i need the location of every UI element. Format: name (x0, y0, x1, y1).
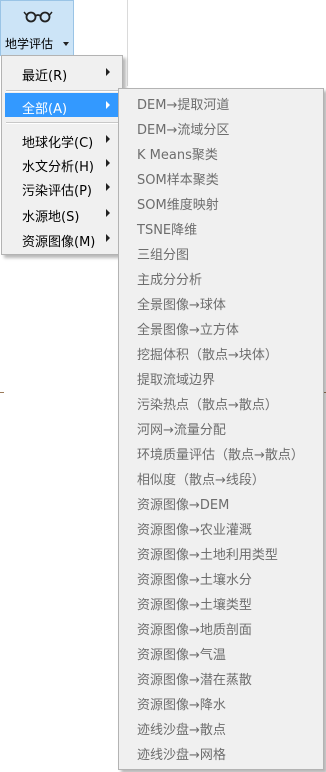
chevron-right-icon (106, 68, 110, 76)
submenu-item[interactable]: 资源图像→土壤水分 (137, 568, 252, 593)
menu-separator (6, 122, 118, 124)
menu-item-label: 污染评估(P) (22, 184, 92, 199)
submenu-item[interactable]: DEM→提取河道 (137, 93, 229, 118)
submenu-item[interactable]: SOM维度映射 (137, 193, 219, 218)
glasses-icon (23, 11, 53, 23)
submenu-item[interactable]: 资源图像→土地利用类型 (137, 543, 278, 568)
submenu-item[interactable]: 全景图像→立方体 (137, 318, 239, 343)
chevron-right-icon (106, 234, 110, 242)
submenu-item[interactable]: 迹线沙盘→散点 (137, 718, 226, 743)
ribbon-divider (127, 0, 128, 86)
submenu-item[interactable]: 迹线沙盘→网格 (137, 743, 226, 768)
chevron-right-icon (106, 183, 110, 191)
submenu-item[interactable]: 主成分分析 (137, 268, 202, 293)
submenu-item[interactable]: DEM→流域分区 (137, 118, 229, 143)
all-submenu: DEM→提取河道 DEM→流域分区 K Means聚类 SOM样本聚类 SOM维… (118, 88, 324, 770)
submenu-item[interactable]: 河网→流量分配 (137, 418, 226, 443)
submenu-item[interactable]: 资源图像→潜在蒸散 (137, 668, 252, 693)
submenu-item[interactable]: 资源图像→气温 (137, 643, 226, 668)
submenu-item[interactable]: 环境质量评估（散点→散点） (137, 443, 304, 468)
submenu-item[interactable]: K Means聚类 (137, 143, 218, 168)
chevron-down-icon (63, 42, 69, 46)
menu-item-label: 水文分析(H) (22, 160, 94, 175)
menu-item-resource-image[interactable]: 资源图像(M) (5, 226, 119, 250)
menu-item-label: 地球化学(C) (22, 136, 94, 151)
submenu-item[interactable]: 资源图像→农业灌溉 (137, 518, 252, 543)
main-dropdown-menu: 最近(R) 全部(A) 地球化学(C) 水文分析(H) 污染评估(P) 水源地(… (1, 55, 123, 255)
menu-item-hydrology[interactable]: 水文分析(H) (5, 151, 119, 175)
chevron-right-icon (106, 209, 110, 217)
submenu-item[interactable]: 资源图像→土壤类型 (137, 593, 252, 618)
submenu-item[interactable]: SOM样本聚类 (137, 168, 219, 193)
chevron-right-icon (106, 159, 110, 167)
menu-separator (6, 90, 118, 92)
menu-item-label: 资源图像(M) (22, 235, 96, 250)
menu-item-geochemistry[interactable]: 地球化学(C) (5, 127, 119, 151)
menu-item-label: 最近(R) (22, 69, 68, 84)
geo-assessment-label: 地学评估 (5, 37, 54, 51)
submenu-item[interactable]: 资源图像→DEM (137, 493, 229, 518)
submenu-item[interactable]: 全景图像→球体 (137, 293, 226, 318)
submenu-item[interactable]: 挖掘体积（散点→块体） (137, 343, 278, 368)
menu-item-all[interactable]: 全部(A) (5, 93, 119, 117)
submenu-item[interactable]: TSNE降维 (137, 218, 197, 243)
submenu-item[interactable]: 三组分图 (137, 243, 189, 268)
menu-item-label: 全部(A) (22, 102, 68, 117)
background-line (0, 392, 4, 393)
submenu-item[interactable]: 提取流域边界 (137, 368, 215, 393)
menu-item-recent[interactable]: 最近(R) (5, 60, 119, 84)
submenu-item[interactable]: 资源图像→地质剖面 (137, 618, 252, 643)
geo-assessment-button[interactable]: 地学评估 (0, 0, 74, 56)
submenu-item[interactable]: 相似度（散点→线段） (137, 468, 265, 493)
menu-item-label: 水源地(S) (22, 210, 80, 225)
menu-item-water-source[interactable]: 水源地(S) (5, 201, 119, 225)
chevron-right-icon (106, 135, 110, 143)
menu-item-pollution[interactable]: 污染评估(P) (5, 175, 119, 199)
chevron-right-icon (106, 101, 110, 109)
submenu-item[interactable]: 污染热点（散点→散点） (137, 393, 278, 418)
submenu-item[interactable]: 资源图像→降水 (137, 693, 226, 718)
